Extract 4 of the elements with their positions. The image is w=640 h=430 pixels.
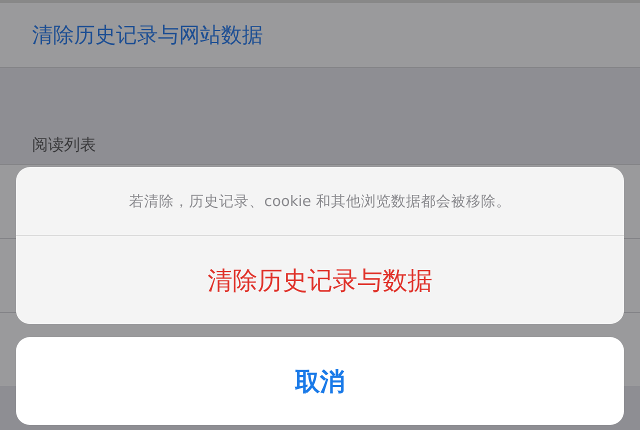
clear-history-link[interactable]: 清除历史记录与网站数据 <box>32 21 263 49</box>
section-header: 阅读列表 <box>32 135 96 156</box>
sheet-message: 若清除，历史记录、cookie 和其他浏览数据都会被移除。 <box>129 192 511 210</box>
cancel-button[interactable]: 取消 <box>16 337 624 425</box>
